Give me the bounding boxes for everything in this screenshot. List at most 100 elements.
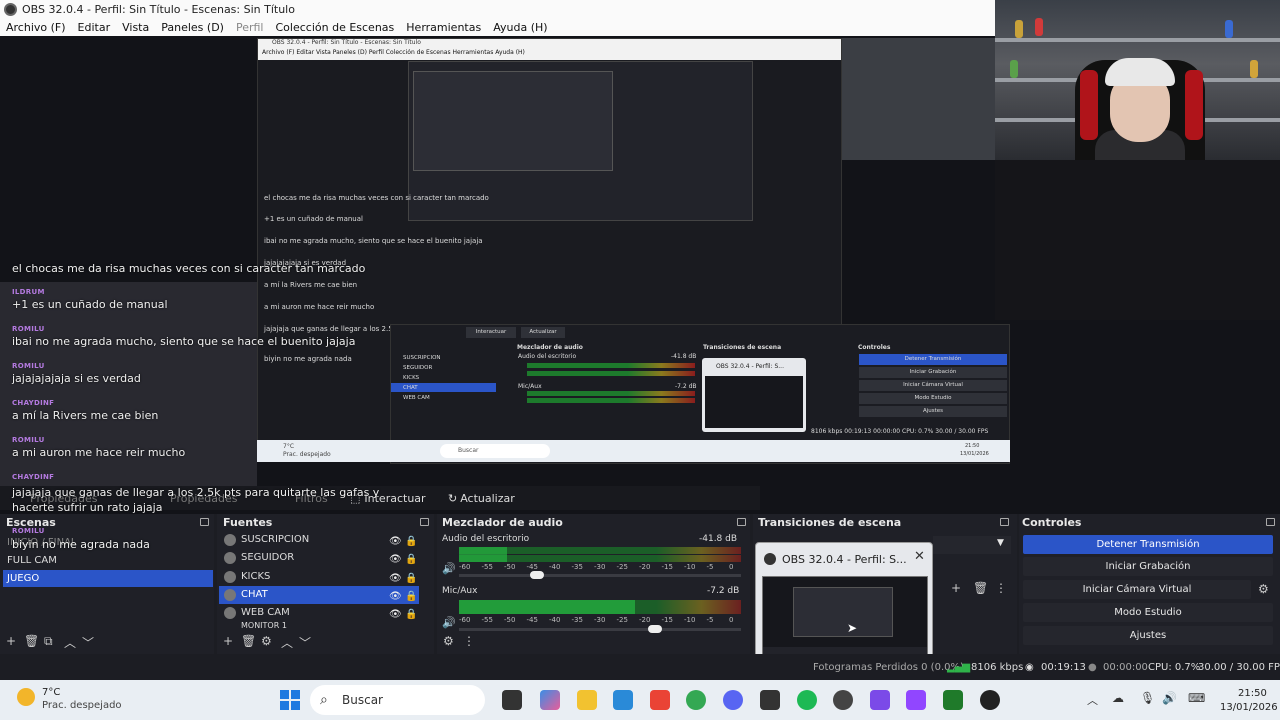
scale-tick-label: -20: [639, 616, 651, 624]
trash-icon[interactable]: 🗑: [973, 581, 988, 595]
taskbar-search[interactable]: ⌕ Buscar: [310, 685, 485, 715]
scale-tick-label: -45: [526, 563, 538, 571]
nested-chat-line: ibai no me agrada mucho, siento que se h…: [264, 237, 483, 245]
menu-paneles[interactable]: Paneles (D): [155, 21, 230, 34]
network-icon[interactable]: ⌨: [1188, 691, 1205, 705]
outlook-icon[interactable]: [613, 690, 633, 710]
microphone-icon[interactable]: 🎙: [1140, 691, 1155, 705]
meter-level-desktop: [459, 547, 507, 562]
move-down-icon[interactable]: ﹀: [299, 634, 311, 651]
undock-icon[interactable]: [420, 518, 429, 526]
more-icon[interactable]: ⋮: [995, 581, 1007, 595]
scale-tick-label: -60: [459, 563, 471, 571]
volume-slider-track[interactable]: [459, 574, 741, 577]
more-icon[interactable]: ⋮: [463, 634, 475, 648]
cloud-icon[interactable]: ☁: [1112, 691, 1124, 705]
scene-item-fullcam[interactable]: FULL CAM: [3, 552, 213, 569]
volume-slider-handle[interactable]: [648, 625, 662, 633]
clock-date[interactable]: 13/01/2026: [1220, 702, 1278, 713]
record-icon: ●: [1088, 662, 1097, 673]
nested-transitions-title: Transiciones de escena: [703, 344, 782, 351]
volume-slider-track[interactable]: [459, 628, 741, 631]
chrome-icon[interactable]: [686, 690, 706, 710]
nested-ctl: Modo Estudio: [859, 393, 1007, 404]
fps: 30.00 / 30.00 FPS: [1198, 662, 1280, 673]
file-explorer-icon[interactable]: [577, 690, 597, 710]
move-up-icon[interactable]: ︿: [281, 634, 293, 651]
taskbar-preview-popup[interactable]: OBS 32.0.4 - Perfil: S... ✕ ➤: [755, 542, 933, 668]
undock-icon[interactable]: [1000, 518, 1009, 526]
stop-streaming-button[interactable]: Detener Transmisión: [1023, 535, 1273, 554]
windows-start-icon[interactable]: [280, 690, 300, 710]
trash-icon[interactable]: 🗑: [24, 634, 39, 648]
clock-time[interactable]: 21:50: [1238, 688, 1267, 699]
add-icon[interactable]: +: [951, 581, 961, 595]
move-down-icon[interactable]: ﹀: [82, 634, 94, 651]
nested-source: CHAT: [391, 383, 496, 392]
chevron-up-icon[interactable]: ︿: [1087, 692, 1098, 708]
chat-username: ILDRUM: [12, 288, 45, 296]
obs-app-icon: [4, 3, 17, 16]
copilot-icon[interactable]: [540, 690, 560, 710]
start-recording-button[interactable]: Iniciar Grabación: [1023, 557, 1273, 576]
gear-icon[interactable]: ⚙: [443, 634, 454, 648]
gmail-icon[interactable]: [650, 690, 670, 710]
undock-icon[interactable]: [1266, 518, 1275, 526]
menu-editar[interactable]: Editar: [72, 21, 117, 34]
source-chat[interactable]: CHAT 👁 🔒: [219, 586, 419, 604]
twitch-icon[interactable]: [906, 690, 926, 710]
mixer-title: Mezclador de audio: [442, 516, 563, 529]
discord-icon[interactable]: [723, 690, 743, 710]
gear-icon[interactable]: ⚙: [261, 634, 272, 648]
scale-tick-label: -55: [481, 616, 493, 624]
nested-ctl: Iniciar Grabación: [859, 367, 1007, 378]
eye-icon[interactable]: 👁: [389, 551, 402, 569]
menu-herramientas[interactable]: Herramientas: [400, 21, 487, 34]
menu-archivo[interactable]: Archivo (F): [0, 21, 72, 34]
popup-thumbnail[interactable]: ➤: [762, 576, 928, 664]
game-app-icon[interactable]: [943, 690, 963, 710]
volume-slider-handle[interactable]: [530, 571, 544, 579]
trash-icon[interactable]: 🗑: [241, 634, 256, 648]
menu-vista[interactable]: Vista: [116, 21, 155, 34]
source-seguidor[interactable]: SEGUIDOR 👁 🔒: [219, 549, 419, 567]
settings-button[interactable]: Ajustes: [1023, 626, 1273, 645]
grid-app-icon[interactable]: [870, 690, 890, 710]
speaker-icon[interactable]: 🔊: [442, 616, 456, 629]
source-suscripcion[interactable]: SUSCRIPCION 👁 🔒: [219, 531, 419, 549]
copy-icon[interactable]: ⧉: [44, 634, 53, 649]
source-webcam[interactable]: WEB CAM 👁 🔒: [219, 604, 419, 622]
nested-ctl: Detener Transmisión: [859, 354, 1007, 365]
nested-menu: Archivo (F) Editar Vista Paneles (D) Per…: [258, 49, 841, 60]
task-view-icon[interactable]: [502, 690, 522, 710]
menu-coleccion[interactable]: Colección de Escenas: [270, 21, 401, 34]
source-kicks[interactable]: KICKS 👁 🔒: [219, 568, 419, 586]
lock-icon[interactable]: 🔒: [405, 551, 417, 569]
undock-icon[interactable]: [737, 518, 746, 526]
volume-icon[interactable]: 🔊: [1162, 691, 1177, 705]
obs-taskbar-icon[interactable]: [980, 690, 1000, 710]
steam-icon[interactable]: [833, 690, 853, 710]
refresh-button[interactable]: ↻ Actualizar: [448, 488, 515, 508]
source-monitor[interactable]: MONITOR 1: [219, 622, 419, 630]
add-icon[interactable]: +: [223, 634, 233, 648]
move-up-icon[interactable]: ︿: [64, 634, 76, 651]
close-icon[interactable]: ✕: [914, 549, 925, 564]
undock-icon[interactable]: [200, 518, 209, 526]
studio-mode-button[interactable]: Modo Estudio: [1023, 603, 1273, 622]
add-icon[interactable]: +: [6, 634, 16, 648]
start-virtual-camera-button[interactable]: Iniciar Cámara Virtual: [1023, 580, 1251, 599]
source-icon: [224, 589, 236, 601]
source-icon: [224, 607, 236, 619]
speaker-icon[interactable]: 🔊: [442, 562, 456, 575]
desktop-audio-db: -41.8 dB: [699, 534, 738, 544]
transition-select[interactable]: ▼: [933, 536, 1011, 554]
menu-ayuda[interactable]: Ayuda (H): [487, 21, 553, 34]
spotify-icon[interactable]: [797, 690, 817, 710]
chevron-down-icon: ▼: [997, 538, 1004, 548]
cpu-usage: CPU: 0.7%: [1148, 662, 1201, 673]
app-icon[interactable]: [760, 690, 780, 710]
menu-perfil[interactable]: Perfil: [230, 21, 270, 34]
scene-item-juego[interactable]: JUEGO: [3, 570, 213, 587]
gear-icon[interactable]: ⚙: [1258, 582, 1269, 596]
